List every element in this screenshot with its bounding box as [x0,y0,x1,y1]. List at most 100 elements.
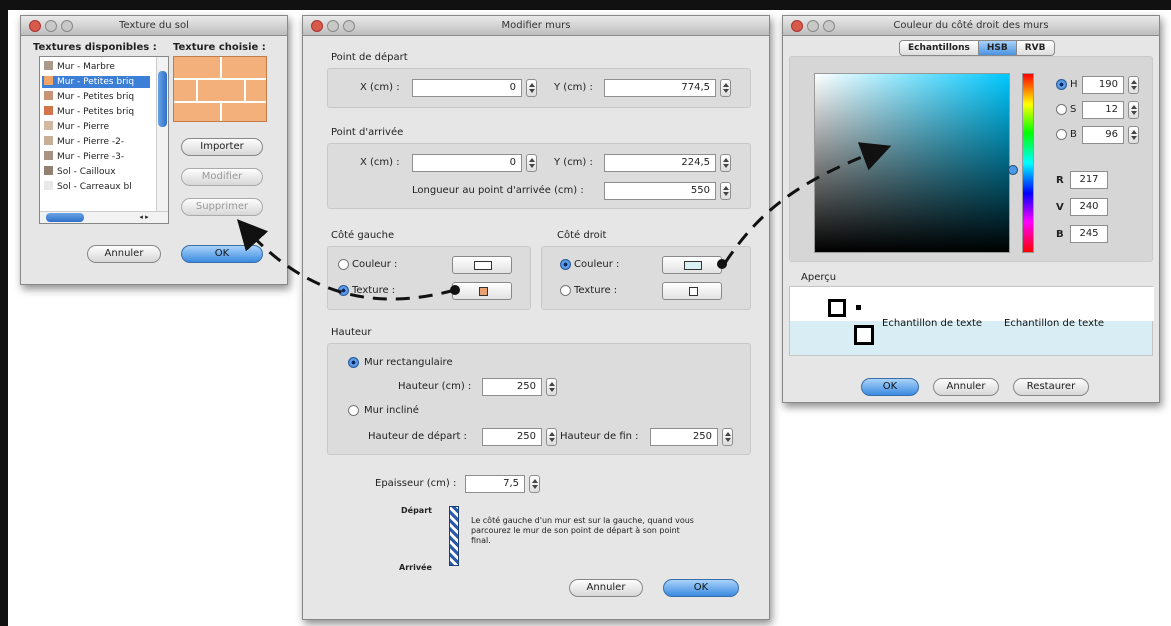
end-height-field[interactable]: 250 [650,428,718,446]
zoom-icon[interactable] [61,20,73,32]
left-texture-label: Texture : [352,285,396,296]
texture-list-item[interactable]: Mur - Pierre -2- [42,136,150,148]
hue-slider-knob[interactable] [1008,165,1018,175]
end-point-label: Point d'arrivée [331,127,404,138]
s-stepper[interactable] [1128,101,1139,119]
saturation-brightness-picker[interactable] [814,73,1010,253]
start-y-field[interactable]: 774,5 [604,79,716,97]
minimize-icon[interactable] [45,20,57,32]
texture-list-item[interactable]: Mur - Petites briq [42,91,150,103]
h-radio[interactable] [1056,79,1067,90]
b2-field[interactable]: 245 [1070,225,1108,243]
right-texture-radio[interactable] [560,285,571,296]
list-scrollbar[interactable] [156,57,168,211]
left-color-button[interactable] [452,256,512,274]
h-stepper[interactable] [1128,76,1139,94]
b-stepper[interactable] [1128,126,1139,144]
rect-wall-radio[interactable] [348,357,359,368]
left-texture-radio[interactable] [338,285,349,296]
tab-hsb[interactable]: HSB [978,41,1017,55]
close-icon[interactable] [29,20,41,32]
minimize-icon[interactable] [807,20,819,32]
end-height-stepper[interactable] [722,428,733,446]
zoom-icon[interactable] [343,20,355,32]
restore-button[interactable]: Restaurer [1013,378,1089,396]
end-x-field[interactable]: 0 [412,154,522,172]
start-x-stepper[interactable] [526,79,537,97]
start-height-stepper[interactable] [546,428,557,446]
texture-list-item[interactable]: Mur - Petites briq [42,106,150,118]
import-button[interactable]: Importer [181,138,263,156]
left-side-group: Couleur : Texture : [327,246,531,310]
preview-label: Aperçu [801,272,837,283]
start-height-field[interactable]: 250 [482,428,542,446]
help-text: Le côté gauche d'un mur est sur la gauch… [471,516,694,545]
height-field[interactable]: 250 [482,378,542,396]
ok-button[interactable]: OK [663,579,739,597]
s-radio[interactable] [1056,104,1067,115]
texture-list-item[interactable]: Mur - Pierre [42,121,150,133]
chosen-texture-label: Texture choisie : [173,42,266,53]
right-side-label: Côté droit [557,230,607,241]
window-title: Couleur du côté droit des murs [893,20,1049,31]
hue-slider[interactable] [1022,73,1034,253]
texture-list-item[interactable]: Sol - Cailloux [42,166,150,178]
texture-list-item[interactable]: Mur - Petites briq [42,76,150,88]
b-field[interactable]: 96 [1082,126,1124,144]
zoom-icon[interactable] [823,20,835,32]
left-texture-button[interactable] [452,282,512,300]
texture-swatch-icon [44,151,53,160]
tab-echantillons[interactable]: Echantillons [900,41,979,55]
v-field[interactable]: 240 [1070,198,1108,216]
cancel-button[interactable]: Annuler [933,378,999,396]
brick-joint [220,57,222,78]
end-y-stepper[interactable] [720,154,731,172]
thickness-stepper[interactable] [529,475,540,493]
s-field[interactable]: 12 [1082,101,1124,119]
h-field[interactable]: 190 [1082,76,1124,94]
right-color-radio[interactable] [560,259,571,270]
texture-list[interactable]: Mur - Marbre Mur - Petites briq Mur - Peti… [39,56,169,224]
right-color-button[interactable] [662,256,722,274]
end-point-group: X (cm) : 0 Y (cm) : 224,5 Longueur au po… [327,143,751,209]
sample-text-1: Echantillon de texte [882,318,983,329]
start-point-group: X (cm) : 0 Y (cm) : 774,5 [327,68,751,108]
cancel-button[interactable]: Annuler [569,579,643,597]
texture-list-item[interactable]: Mur - Marbre [42,61,150,73]
start-y-stepper[interactable] [720,79,731,97]
height-stepper[interactable] [546,378,557,396]
modify-button[interactable]: Modifier [181,168,263,186]
close-icon[interactable] [311,20,323,32]
r-field[interactable]: 217 [1070,171,1108,189]
texture-list-item[interactable]: Sol - Carreaux bl [42,181,150,193]
brick-line [174,78,266,80]
brick-joint [196,80,198,101]
left-color-radio[interactable] [338,259,349,270]
length-stepper[interactable] [720,182,731,200]
scroll-thumb[interactable] [158,71,167,127]
right-texture-button[interactable] [662,282,722,300]
preview-panel: Echantillon de texte Echantillon de text… [789,286,1154,356]
close-icon[interactable] [791,20,803,32]
ok-button[interactable]: OK [181,245,263,263]
ok-button[interactable]: OK [861,378,919,396]
b-radio[interactable] [1056,129,1067,140]
end-y-field[interactable]: 224,5 [604,154,716,172]
minimize-icon[interactable] [327,20,339,32]
texture-swatch-icon [44,76,53,85]
cancel-button[interactable]: Annuler [87,245,161,263]
horizontal-scrollbar[interactable]: ◂ ▸ [40,211,168,223]
r-label: R [1056,175,1064,186]
h-scroll-thumb[interactable] [46,213,84,222]
thickness-field[interactable]: 7,5 [465,475,525,493]
walls-titlebar: Modifier murs [303,16,769,36]
scroll-arrows-icon[interactable]: ◂ ▸ [134,212,154,223]
sloped-wall-radio[interactable] [348,405,359,416]
texture-list-item[interactable]: Mur - Pierre -3- [42,151,150,163]
end-x-stepper[interactable] [526,154,537,172]
length-field[interactable]: 550 [604,182,716,200]
delete-button[interactable]: Supprimer [181,198,263,216]
tab-rvb[interactable]: RVB [1017,41,1054,55]
preview-dot-icon [856,305,861,310]
start-x-field[interactable]: 0 [412,79,522,97]
